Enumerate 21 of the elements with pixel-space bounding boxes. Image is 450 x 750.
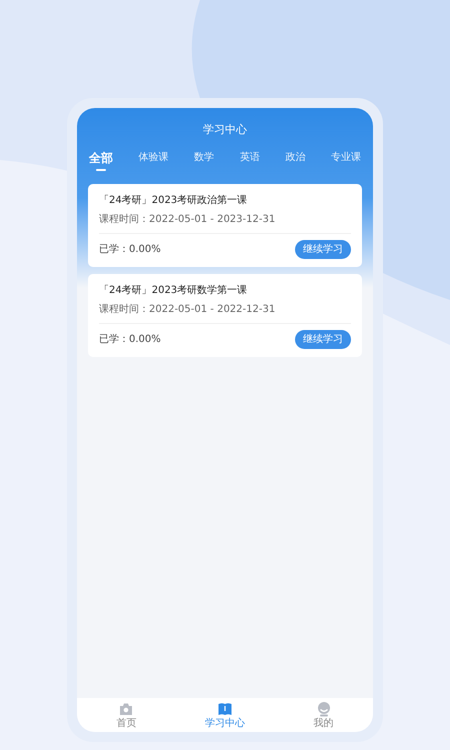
category-tab[interactable]: 英语 — [240, 150, 260, 164]
continue-button[interactable]: 继续学习 — [295, 240, 351, 258]
progress-text: 已学：0.00% — [99, 332, 161, 346]
progress-text: 已学：0.00% — [99, 242, 161, 256]
course-title: 「24考研」2023考研数学第一课 — [99, 284, 248, 298]
category-tab[interactable]: 专业课 — [330, 150, 361, 164]
person-icon — [316, 701, 332, 717]
camera-icon — [118, 701, 134, 717]
course-period: 课程时间：2022-05-01 - 2023-12-31 — [99, 212, 351, 234]
nav-item[interactable]: 学习中心 — [190, 701, 260, 729]
category-tab[interactable]: 政治 — [285, 150, 306, 164]
nav-item[interactable]: 我的 — [288, 701, 359, 729]
category-tab[interactable]: 全部 — [89, 148, 113, 170]
category-tab[interactable]: 数学 — [194, 150, 214, 164]
continue-button[interactable]: 继续学习 — [295, 330, 351, 348]
course-period: 课程时间：2022-05-01 - 2022-12-31 — [99, 302, 351, 324]
nav-item[interactable]: 首页 — [91, 701, 162, 729]
book-icon — [216, 701, 233, 717]
course-title: 「24考研」2023考研政治第一课 — [99, 194, 248, 208]
category-tab[interactable]: 体验课 — [138, 150, 169, 164]
page-title: 学习中心 — [202, 122, 248, 138]
